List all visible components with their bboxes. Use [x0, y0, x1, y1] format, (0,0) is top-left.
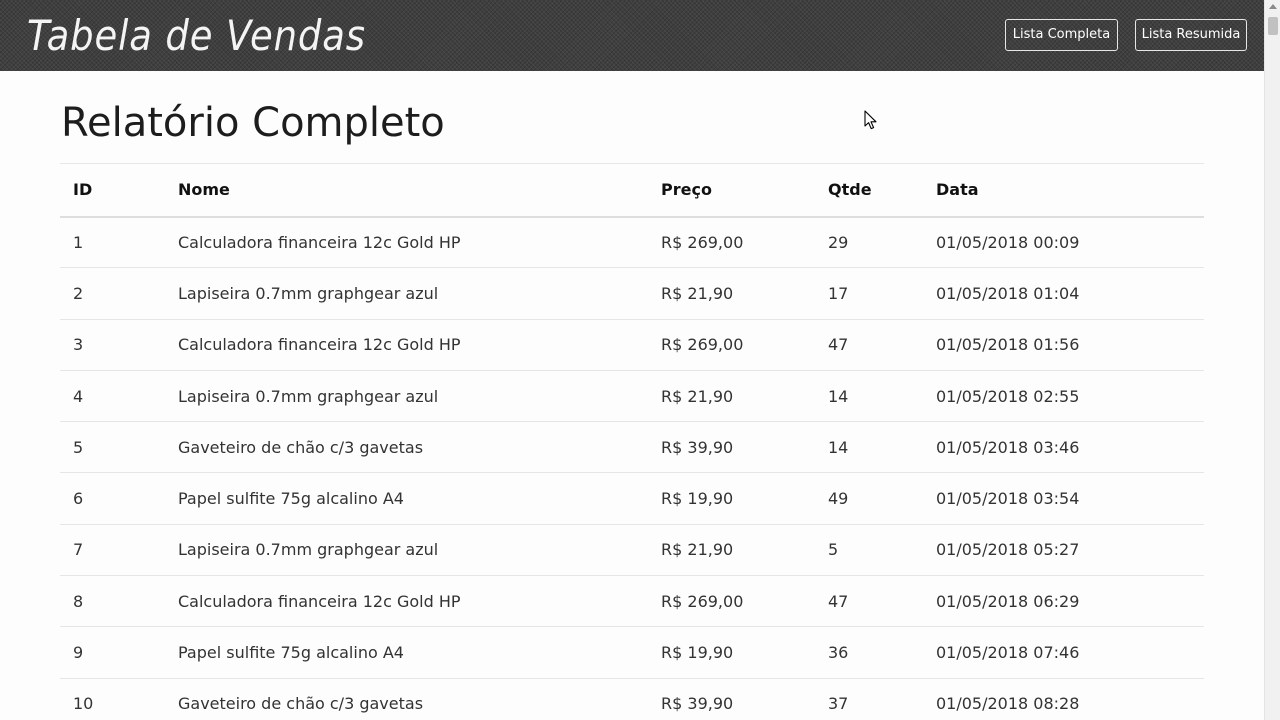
cell-data: 01/05/2018 08:28: [936, 694, 1080, 714]
cell-id: 6: [73, 489, 84, 509]
cell-nome: Papel sulfite 75g alcalino A4: [178, 643, 404, 663]
cell-qtde: 36: [828, 643, 849, 663]
cell-preco: R$ 39,90: [661, 694, 734, 714]
column-header-qtde: Qtde: [815, 163, 923, 218]
cell-data: 01/05/2018 03:54: [936, 489, 1080, 509]
cell-preco: R$ 19,90: [661, 489, 734, 509]
navbar: Tabela de Vendas Lista Completa Lista Re…: [0, 0, 1264, 71]
cell-qtde: 49: [828, 489, 849, 509]
cell-preco: R$ 39,90: [661, 437, 734, 457]
cell-nome: Calculadora financeira 12c Gold HP: [178, 591, 461, 611]
cell-id: 10: [73, 694, 94, 714]
sales-table: ID Nome Preço Qtde Data 1 Calculadora fin…: [60, 163, 1204, 720]
table-row: 9 Papel sulfite 75g alcalino A4 R$ 19,90 36…: [60, 627, 1204, 679]
table-row: 10 Gaveteiro de chão c/3 gavetas R$ 39,90 3…: [60, 678, 1204, 720]
cell-qtde: 14: [828, 437, 849, 457]
table-row: 7 Lapiseira 0.7mm graphgear azul R$ 21,90 5…: [60, 524, 1204, 576]
cell-id: 5: [73, 437, 84, 457]
mouse-pointer-icon: [864, 110, 877, 130]
cell-data: 01/05/2018 01:56: [936, 335, 1080, 355]
cell-id: 3: [73, 335, 84, 355]
cell-nome: Gaveteiro de chão c/3 gavetas: [178, 437, 424, 457]
cell-qtde: 14: [828, 386, 849, 406]
table-row: 1 Calculadora financeira 12c Gold HP R$ 26…: [60, 217, 1204, 268]
cell-id: 4: [73, 386, 84, 406]
cell-qtde: 5: [828, 540, 839, 560]
cell-id: 9: [73, 643, 84, 663]
cell-id: 8: [73, 591, 84, 611]
cell-nome: Calculadora financeira 12c Gold HP: [178, 335, 461, 355]
cell-nome: Calculadora financeira 12c Gold HP: [178, 232, 461, 252]
table-body: 1 Calculadora financeira 12c Gold HP R$ 26…: [60, 217, 1204, 720]
cell-nome: Gaveteiro de chão c/3 gavetas: [178, 694, 424, 714]
cell-preco: R$ 19,90: [661, 643, 734, 663]
cell-nome: Lapiseira 0.7mm graphgear azul: [178, 283, 439, 303]
cell-preco: R$ 269,00: [661, 591, 744, 611]
table-row: 8 Calculadora financeira 12c Gold HP R$ 26…: [60, 576, 1204, 627]
cell-id: 1: [73, 232, 84, 252]
cell-data: 01/05/2018 00:09: [936, 232, 1080, 252]
brand-title[interactable]: Tabela de Vendas: [27, 8, 366, 64]
column-header-nome: Nome: [165, 163, 648, 218]
cell-preco: R$ 269,00: [661, 335, 744, 355]
cell-id: 7: [73, 540, 84, 560]
cell-qtde: 47: [828, 591, 849, 611]
lista-completa-button[interactable]: Lista Completa: [1005, 19, 1118, 51]
table-row: 2 Lapiseira 0.7mm graphgear azul R$ 21,90 1…: [60, 268, 1204, 320]
table-row: 3 Calculadora financeira 12c Gold HP R$ 26…: [60, 319, 1204, 371]
cell-preco: R$ 21,90: [661, 386, 734, 406]
cell-preco: R$ 269,00: [661, 232, 744, 252]
scroll-up-arrow-icon[interactable]: [1269, 4, 1277, 9]
cell-qtde: 17: [828, 283, 849, 303]
cell-id: 2: [73, 283, 84, 303]
table-row: 6 Papel sulfite 75g alcalino A4 R$ 19,90 49…: [60, 473, 1204, 525]
cell-data: 01/05/2018 03:46: [936, 437, 1080, 457]
cell-nome: Lapiseira 0.7mm graphgear azul: [178, 540, 439, 560]
cell-data: 01/05/2018 05:27: [936, 540, 1080, 560]
cell-data: 01/05/2018 02:55: [936, 386, 1080, 406]
header-row: ID Nome Preço Qtde Data: [60, 163, 1204, 218]
column-header-preco: Preço: [648, 163, 815, 218]
vertical-scrollbar[interactable]: [1264, 0, 1280, 720]
table-header: ID Nome Preço Qtde Data: [60, 163, 1204, 218]
cell-preco: R$ 21,90: [661, 540, 734, 560]
table-row: 5 Gaveteiro de chão c/3 gavetas R$ 39,90 14…: [60, 422, 1204, 473]
cell-qtde: 29: [828, 232, 849, 252]
table-row: 4 Lapiseira 0.7mm graphgear azul R$ 21,90 1…: [60, 370, 1204, 422]
cell-preco: R$ 21,90: [661, 283, 734, 303]
column-header-data: Data: [923, 163, 1204, 218]
page-title: Relatório Completo: [61, 100, 445, 146]
lista-resumida-button[interactable]: Lista Resumida: [1135, 19, 1247, 51]
cell-data: 01/05/2018 06:29: [936, 591, 1080, 611]
cell-nome: Papel sulfite 75g alcalino A4: [178, 489, 404, 509]
cell-qtde: 37: [828, 694, 849, 714]
cell-data: 01/05/2018 01:04: [936, 283, 1080, 303]
column-header-id: ID: [60, 163, 165, 218]
cell-qtde: 47: [828, 335, 849, 355]
scrollbar-thumb[interactable]: [1268, 17, 1278, 35]
cell-data: 01/05/2018 07:46: [936, 643, 1080, 663]
cell-nome: Lapiseira 0.7mm graphgear azul: [178, 386, 439, 406]
